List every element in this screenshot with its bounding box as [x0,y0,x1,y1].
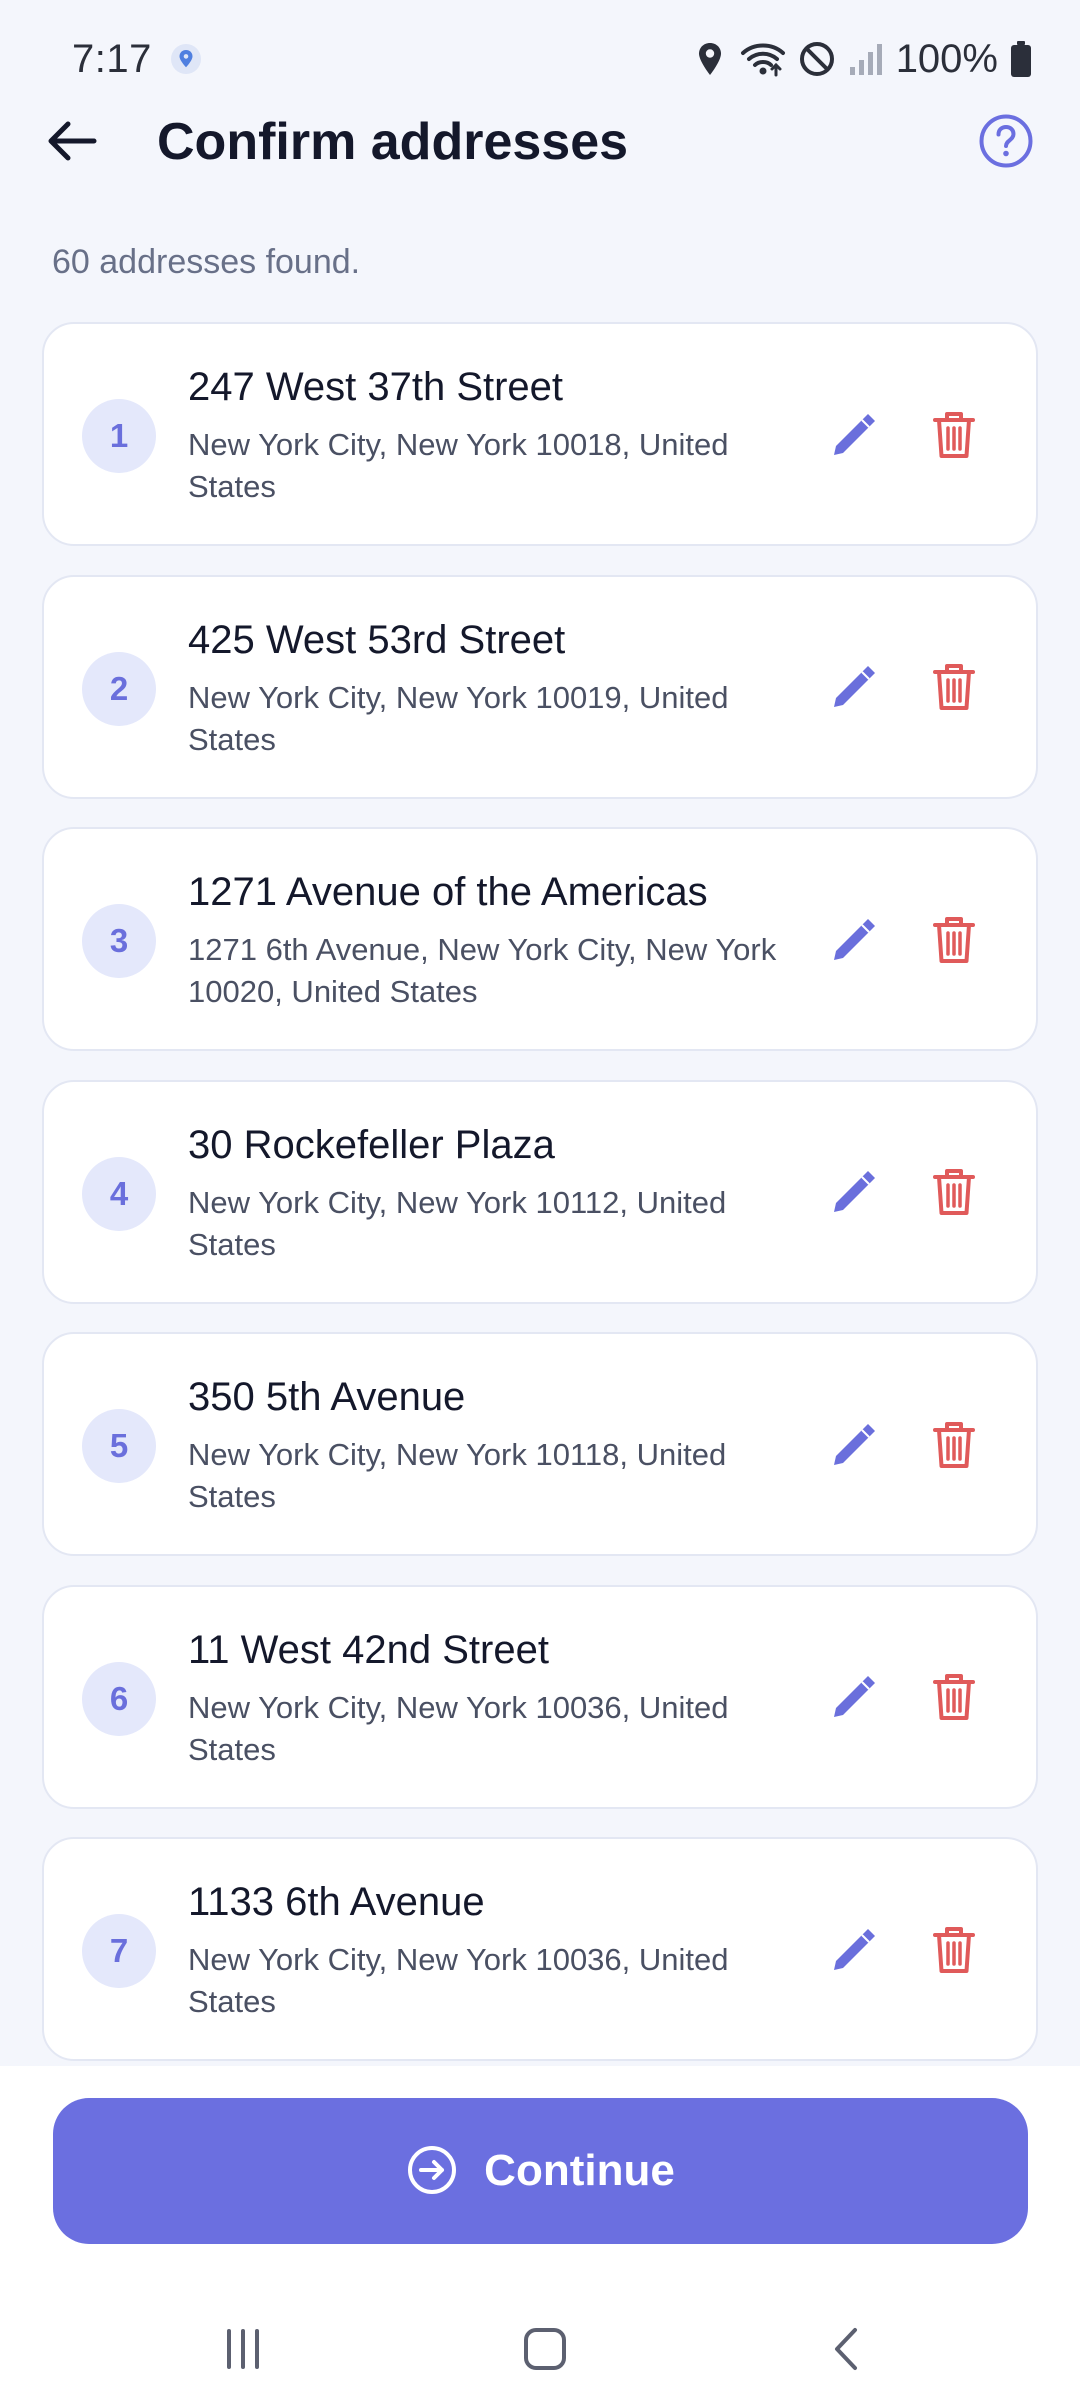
pencil-icon [828,661,880,716]
address-subtitle: New York City, New York 10112, United St… [188,1184,727,1262]
address-number-badge: 6 [82,1661,156,1736]
trash-icon [931,1924,977,1979]
system-back-button[interactable] [807,2310,887,2390]
status-right: 100% [692,37,1032,82]
address-number-badge: 4 [82,1156,156,1231]
address-number-badge: 1 [82,399,156,473]
location-pin-badge-icon [170,43,202,75]
address-title: 1133 6th Avenue [188,1880,485,1924]
recent-apps-icon [221,2327,265,2374]
pencil-icon [828,1166,880,1221]
address-subtitle: New York City, New York 10036, United St… [188,1689,729,1767]
address-subtitle: New York City, New York 10019, United St… [188,679,729,757]
delete-address-button[interactable] [922,1162,986,1226]
address-number-badge: 3 [82,904,156,978]
trash-icon [931,661,977,716]
delete-address-button[interactable] [922,404,986,468]
address-card[interactable]: 7 1133 6th Avenue New York City, New Yor… [42,1837,1038,2061]
edit-address-button[interactable] [824,406,884,466]
status-left: 7:17 [72,37,202,82]
delete-address-button[interactable] [922,657,986,721]
pencil-icon [828,914,880,969]
address-number-badge: 2 [82,651,156,726]
battery-icon [1010,40,1032,78]
address-number-badge: 5 [82,1409,156,1483]
edit-address-button[interactable] [824,1164,884,1224]
system-nav-bar [0,2290,1080,2400]
trash-icon [931,1671,977,1726]
app-header: Confirm addresses [0,100,1080,184]
address-subtitle: 1271 6th Avenue, New York City, New York… [188,932,777,1009]
address-subtitle: New York City, New York 10036, United St… [188,1942,729,2019]
addresses-found-count: 60 addresses found. [52,243,361,281]
edit-address-button[interactable] [824,1921,884,1981]
help-button[interactable] [976,112,1036,172]
address-subtitle: New York City, New York 10018, United St… [188,427,729,504]
help-circle-icon [978,113,1034,172]
chevron-left-icon [827,2326,867,2375]
signal-icon [848,41,884,77]
status-time: 7:17 [72,36,152,81]
address-title: 1271 Avenue of the Americas [188,870,708,914]
continue-button[interactable]: Continue [53,2098,1028,2244]
wifi-icon [740,39,786,79]
continue-label: Continue [484,2146,675,2195]
page-title: Confirm addresses [157,113,629,171]
pencil-icon [828,1419,880,1474]
pencil-icon [828,1671,880,1726]
address-subtitle: New York City, New York 10118, United St… [188,1437,727,1514]
pencil-icon [828,1924,880,1979]
address-card[interactable]: 3 1271 Avenue of the Americas 1271 6th A… [42,827,1038,1051]
address-card[interactable]: 5 350 5th Avenue New York City, New York… [42,1332,1038,1556]
location-icon [692,39,728,79]
edit-address-button[interactable] [824,1669,884,1729]
trash-icon [931,1419,977,1474]
edit-address-button[interactable] [824,1416,884,1476]
trash-icon [931,1166,977,1221]
home-icon [522,2326,568,2375]
home-button[interactable] [505,2310,585,2390]
edit-address-button[interactable] [824,911,884,971]
recent-apps-button[interactable] [203,2310,283,2390]
address-title: 425 West 53rd Street [188,617,566,662]
delete-address-button[interactable] [922,1414,986,1478]
address-title: 350 5th Avenue [188,1375,466,1419]
address-card[interactable]: 4 30 Rockefeller Plaza New York City, Ne… [42,1079,1038,1304]
address-title: 247 West 37th Street [188,365,564,409]
delete-address-button[interactable] [922,1667,986,1731]
screen: 7:17 100% Confirm addresses 60 addresses… [0,0,1080,2400]
address-title: 11 West 42nd Street [188,1627,549,1672]
address-list: 1 247 West 37th Street New York City, Ne… [42,322,1038,2090]
trash-icon [931,914,977,969]
battery-percent: 100% [895,36,998,81]
address-card[interactable]: 1 247 West 37th Street New York City, Ne… [42,322,1038,546]
arrow-right-circle-icon [406,2144,458,2199]
delete-address-button[interactable] [922,909,986,973]
address-number-badge: 7 [82,1914,156,1988]
delete-address-button[interactable] [922,1919,986,1983]
arrow-left-icon [46,119,98,166]
address-card[interactable]: 6 11 West 42nd Street New York City, New… [42,1584,1038,1809]
edit-address-button[interactable] [824,659,884,719]
pencil-icon [828,409,880,464]
address-card[interactable]: 2 425 West 53rd Street New York City, Ne… [42,574,1038,799]
back-button[interactable] [40,110,104,174]
trash-icon [931,409,977,464]
do-not-disturb-icon [798,40,836,78]
address-title: 30 Rockefeller Plaza [188,1122,555,1167]
